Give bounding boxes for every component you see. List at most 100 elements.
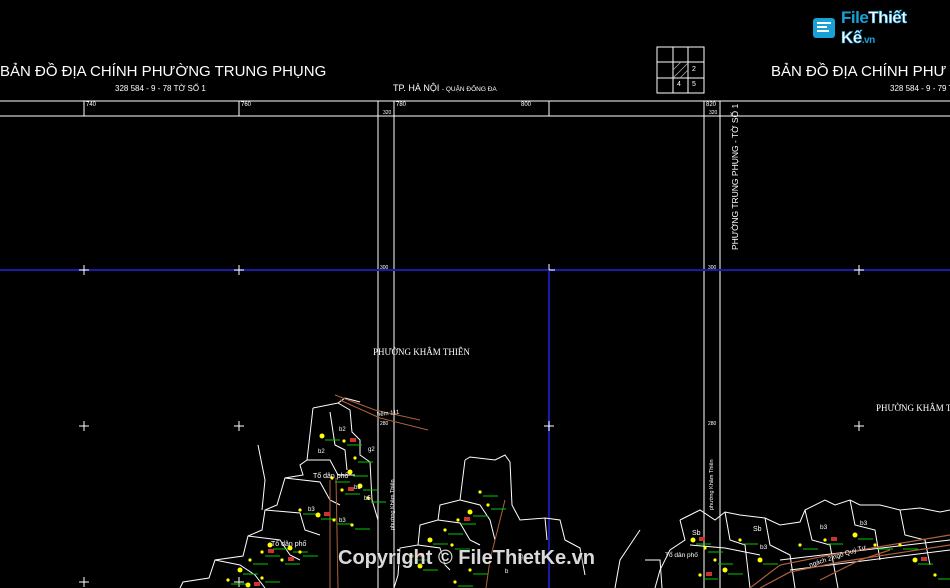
survey-marker bbox=[831, 537, 837, 541]
survey-point bbox=[738, 538, 742, 542]
survey-marker bbox=[350, 438, 356, 442]
parcel-code: b2 bbox=[339, 427, 346, 433]
survey-marker bbox=[464, 517, 470, 521]
cross-marker bbox=[79, 577, 89, 587]
to-dan-pho-label-3: Tổ dân phố bbox=[665, 552, 698, 559]
survey-point bbox=[690, 537, 696, 543]
survey-point bbox=[350, 523, 354, 527]
mini-tick-320-a: 320 bbox=[383, 110, 392, 116]
survey-marker bbox=[706, 572, 712, 576]
mini-tick-320-b: 320 bbox=[709, 110, 718, 116]
side-tick-280-a: 280 bbox=[380, 421, 389, 427]
road-lines-right bbox=[749, 534, 950, 588]
cross-marker bbox=[234, 421, 244, 431]
parcel-code: b3 bbox=[354, 485, 361, 491]
map-title-right: BẢN ĐỒ ĐỊA CHÍNH PHƯ bbox=[771, 63, 947, 80]
index-cell-5: 5 bbox=[692, 81, 696, 88]
survey-point bbox=[248, 558, 252, 562]
ward-label-khamthien-right: PHƯỜNG KHÂM TH bbox=[876, 403, 950, 413]
survey-point bbox=[757, 557, 763, 563]
survey-point bbox=[353, 456, 357, 460]
survey-marker bbox=[268, 549, 274, 553]
survey-point bbox=[456, 518, 460, 522]
district-name: - QUẬN ĐỐNG ĐA bbox=[441, 86, 497, 93]
tick-label-780: 780 bbox=[396, 102, 407, 108]
survey-point bbox=[798, 543, 802, 547]
parcel-code: b3 bbox=[820, 524, 828, 531]
cross-marker bbox=[79, 421, 89, 431]
survey-point bbox=[486, 503, 490, 507]
parcel-code: b3 bbox=[308, 507, 315, 513]
survey-marker bbox=[324, 512, 330, 516]
copyright-watermark: Copyright © FileThietKe.vn bbox=[338, 547, 595, 569]
survey-point bbox=[298, 508, 302, 512]
survey-point bbox=[467, 509, 473, 515]
survey-point bbox=[713, 558, 717, 562]
survey-point bbox=[852, 532, 858, 538]
survey-point bbox=[245, 582, 251, 588]
logo-text-suffix: .vn bbox=[861, 35, 875, 46]
cross-marker bbox=[854, 265, 864, 275]
survey-point bbox=[260, 550, 264, 554]
survey-point bbox=[315, 512, 321, 518]
survey-point bbox=[823, 538, 827, 542]
map-subtitle-left: 328 584 - 9 - 78 TỜ SỐ 1 bbox=[115, 84, 206, 93]
survey-point bbox=[703, 546, 707, 550]
survey-point bbox=[898, 543, 902, 547]
parcel-code: b3 bbox=[860, 520, 868, 527]
street-label-vertical-1: phường Khâm Thiên bbox=[390, 479, 396, 530]
parcel-code: b2 bbox=[318, 449, 325, 455]
cross-marker bbox=[854, 421, 864, 431]
city-label: TP. HÀ NỘI - QUẬN ĐỐNG ĐA bbox=[393, 83, 497, 93]
ward-label-khamthien: PHƯỜNG KHÂM THIÊN bbox=[373, 347, 470, 357]
survey-point bbox=[873, 543, 877, 547]
index-cell-4: 4 bbox=[677, 81, 681, 88]
survey-marker bbox=[288, 557, 294, 561]
survey-point bbox=[298, 550, 302, 554]
to-dan-pho-label-2: Tổ dân phố bbox=[271, 541, 307, 548]
survey-point bbox=[427, 537, 433, 543]
parcel-code: Sb bbox=[753, 526, 762, 533]
logo-text-file: File bbox=[841, 8, 869, 27]
survey-point bbox=[340, 488, 344, 492]
map-title-left: BẢN ĐỒ ĐỊA CHÍNH PHƯỜNG TRUNG PHỤNG bbox=[0, 63, 327, 80]
survey-point bbox=[698, 573, 702, 577]
survey-point bbox=[226, 578, 230, 582]
tick-label-820: 820 bbox=[706, 102, 717, 108]
survey-point bbox=[319, 433, 325, 439]
filethietke-logo: FileThiết Kế.vn bbox=[812, 8, 924, 47]
survey-point bbox=[453, 580, 457, 584]
side-tick-280-b: 280 bbox=[708, 421, 717, 427]
cross-marker bbox=[544, 421, 554, 431]
cross-marker bbox=[79, 265, 89, 275]
tick-label-760: 760 bbox=[241, 102, 252, 108]
survey-point bbox=[342, 439, 346, 443]
street-label-vertical-2: phường Khâm Thiên bbox=[709, 459, 715, 510]
parcel-code: g2 bbox=[368, 447, 375, 453]
survey-marker bbox=[699, 537, 705, 541]
parcel-code: b5 bbox=[364, 496, 371, 502]
survey-point bbox=[443, 528, 447, 532]
survey-point bbox=[237, 567, 243, 573]
vertical-sheet-label: PHƯỜNG TRUNG PHỤNG - TỜ SỐ 1 bbox=[730, 103, 740, 250]
survey-point bbox=[933, 573, 937, 577]
parcel-code: b3 bbox=[760, 544, 768, 551]
to-dan-pho-label-1: Tổ dân phố bbox=[313, 473, 349, 480]
side-tick-300-a: 300 bbox=[380, 265, 389, 271]
index-cell-2: 2 bbox=[692, 66, 696, 73]
logo-text: FileThiết Kế.vn bbox=[841, 8, 924, 48]
cross-marker bbox=[234, 265, 244, 275]
logo-emblem-icon bbox=[812, 15, 838, 41]
survey-point bbox=[260, 576, 264, 580]
tick-label-800: 800 bbox=[521, 102, 532, 108]
survey-point bbox=[332, 518, 336, 522]
side-tick-300-b: 300 bbox=[708, 265, 717, 271]
parcel-code: b3 bbox=[339, 518, 346, 524]
map-subtitle-right: 328 584 - 9 - 79 T bbox=[890, 84, 950, 93]
city-name: TP. HÀ NỘI bbox=[393, 83, 440, 93]
survey-point bbox=[912, 557, 918, 563]
tick-label-740: 740 bbox=[86, 102, 97, 108]
survey-point bbox=[280, 558, 284, 562]
survey-marker bbox=[921, 557, 927, 561]
cross-marker bbox=[234, 577, 244, 587]
